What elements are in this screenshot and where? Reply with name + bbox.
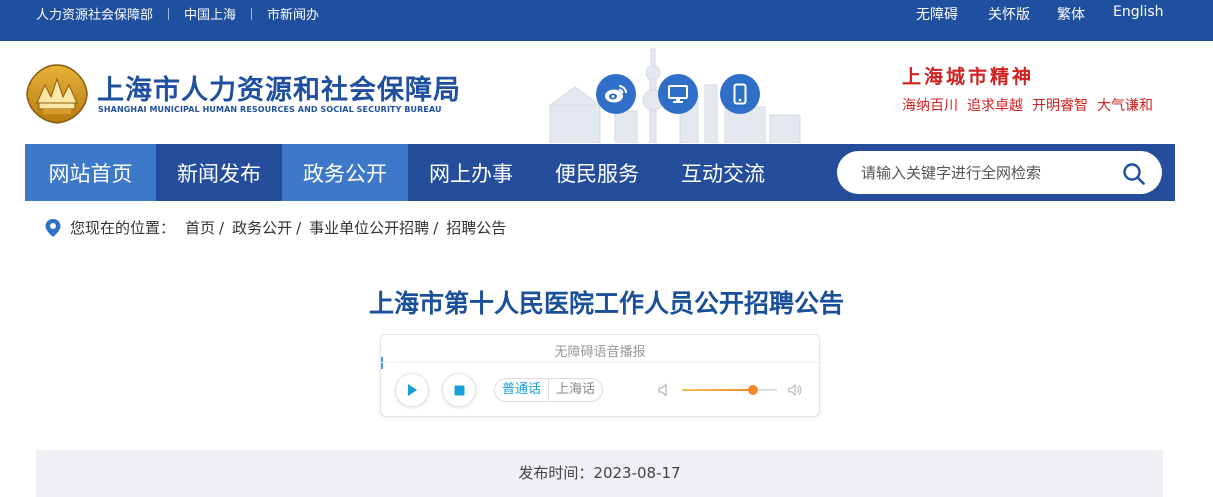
location-pin-icon: [45, 218, 61, 237]
city-spirit-title: 上海城市精神: [902, 66, 1035, 88]
nav-item-gov-affairs[interactable]: 政务公开: [282, 144, 408, 201]
breadcrumb-home[interactable]: 首页: [185, 217, 215, 238]
bureau-emblem-icon[interactable]: [25, 63, 89, 125]
site-title-english: SHANGHAI MUNICIPAL HUMAN RESOURCES AND S…: [98, 105, 442, 114]
desktop-site-button[interactable]: [658, 74, 698, 114]
tts-player: 无障碍语音播报 普通话 上海话: [380, 334, 820, 417]
article-title: 上海市第十人民医院工作人员公开招聘公告: [368, 289, 844, 318]
volume-high-icon[interactable]: [787, 382, 803, 398]
search-input[interactable]: [859, 161, 1113, 185]
breadcrumb-separator: /: [433, 218, 439, 237]
stop-button[interactable]: [442, 373, 476, 407]
divider: [251, 7, 253, 20]
breadcrumb: 您现在的位置： 首页 / 政务公开 / 事业单位公开招聘 / 招聘公告: [44, 217, 506, 238]
breadcrumb-recruitment-notice[interactable]: 招聘公告: [446, 217, 506, 238]
volume-slider-fill: [682, 389, 754, 391]
weibo-icon: [605, 85, 627, 103]
link-english[interactable]: English: [1113, 4, 1164, 20]
tts-player-title: 无障碍语音播报: [554, 345, 646, 360]
volume-slider-handle[interactable]: [748, 385, 759, 395]
link-mohrss[interactable]: 人力资源社会保障部: [36, 4, 153, 23]
breadcrumb-gov-affairs[interactable]: 政务公开: [232, 217, 292, 238]
play-icon: [408, 384, 417, 396]
city-spirit-item: 追求卓越: [967, 98, 1023, 114]
city-spirit-item: 大气谦和: [1097, 98, 1153, 114]
top-links-left: 人力资源社会保障部 中国上海 市新闻办: [36, 4, 319, 23]
city-spirit-item: 开明睿智: [1032, 98, 1088, 114]
monitor-icon: [668, 85, 688, 103]
dialect-mandarin[interactable]: 普通话: [495, 379, 548, 401]
weibo-button[interactable]: [596, 74, 636, 114]
site-search: [837, 151, 1162, 194]
divider: [381, 362, 819, 363]
mobile-icon: [733, 83, 747, 105]
main-nav: 网站首页 新闻发布 政务公开 网上办事 便民服务 互动交流: [25, 144, 1175, 201]
play-button[interactable]: [395, 373, 429, 407]
link-care-version[interactable]: 关怀版: [988, 4, 1030, 24]
publish-date: 发布时间：2023-08-17: [518, 464, 681, 482]
link-traditional[interactable]: 繁体: [1057, 4, 1085, 24]
link-china-shanghai[interactable]: 中国上海: [184, 4, 236, 23]
top-bar: 人力资源社会保障部 中国上海 市新闻办 无障碍 关怀版 繁体 English: [0, 0, 1213, 41]
breadcrumb-separator: /: [296, 218, 302, 237]
link-accessibility[interactable]: 无障碍: [916, 4, 958, 24]
volume-low-icon[interactable]: [657, 382, 673, 398]
player-accent: [381, 357, 383, 369]
link-news-office[interactable]: 市新闻办: [267, 4, 319, 23]
breadcrumb-separator: /: [219, 218, 225, 237]
divider: [168, 7, 170, 20]
nav-item-interaction[interactable]: 互动交流: [660, 144, 786, 201]
nav-item-public-services[interactable]: 便民服务: [534, 144, 660, 201]
search-icon[interactable]: [1122, 162, 1146, 186]
dialect-toggle: 普通话 上海话: [494, 378, 604, 402]
stop-icon: [454, 385, 464, 395]
city-spirit-item: 海纳百川: [902, 98, 958, 114]
article-meta-bar: 发布时间：2023-08-17: [36, 450, 1163, 497]
city-spirit-items: 海纳百川 追求卓越 开明睿智 大气谦和: [902, 95, 1162, 115]
breadcrumb-public-recruitment[interactable]: 事业单位公开招聘: [309, 217, 429, 238]
volume-slider[interactable]: [682, 385, 777, 395]
nav-item-home[interactable]: 网站首页: [25, 144, 156, 201]
dialect-shanghainese[interactable]: 上海话: [548, 379, 602, 401]
nav-item-online-services[interactable]: 网上办事: [408, 144, 534, 201]
site-title[interactable]: 上海市人力资源和社会保障局: [97, 68, 461, 107]
breadcrumb-label: 您现在的位置：: [70, 219, 176, 237]
nav-item-news[interactable]: 新闻发布: [156, 144, 282, 201]
mobile-site-button[interactable]: [720, 74, 760, 114]
